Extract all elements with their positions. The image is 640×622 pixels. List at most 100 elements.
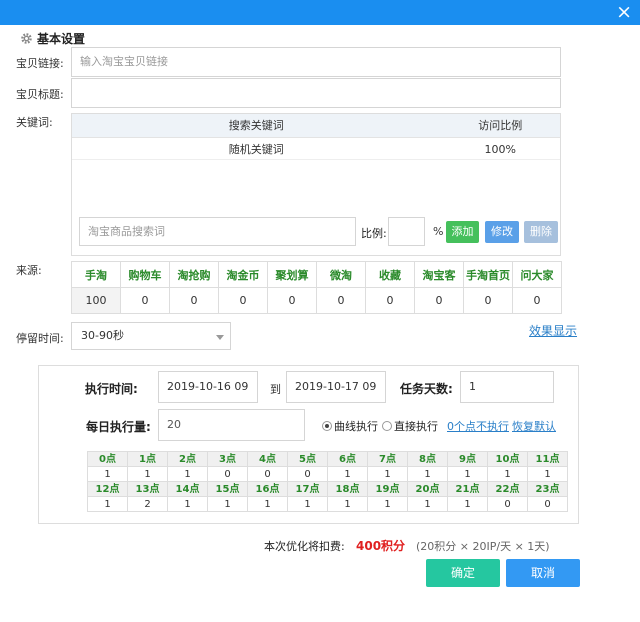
hour-header: 20点 — [407, 481, 448, 497]
hour-value-input[interactable]: 1 — [367, 496, 408, 512]
hour-value-input[interactable]: 1 — [167, 496, 208, 512]
keywords-table-header: 搜索关键词 访问比例 — [72, 114, 560, 138]
hour-header: 23点 — [527, 481, 568, 497]
source-value-input[interactable]: 0 — [316, 287, 366, 314]
hour-value-input[interactable]: 0 — [247, 466, 288, 482]
source-value-input[interactable]: 0 — [169, 287, 219, 314]
hour-header: 15点 — [207, 481, 248, 497]
confirm-button[interactable]: 确定 — [426, 559, 500, 587]
cancel-button[interactable]: 取消 — [506, 559, 580, 587]
end-time-input[interactable]: 2019-10-17 09 — [286, 371, 386, 403]
curve-mode-label: 曲线执行 — [334, 420, 378, 433]
hour-header-row: 12点 13点 14点 15点 16点 17点 18点 19点 20点 21点 … — [87, 481, 568, 497]
add-keyword-button[interactable]: 添加 — [446, 221, 479, 243]
radio-selected-icon — [322, 421, 332, 431]
hour-value-input[interactable]: 1 — [207, 496, 248, 512]
hour-header: 21点 — [447, 481, 488, 497]
task-days-input[interactable]: 1 — [460, 371, 554, 403]
hour-value-input[interactable]: 1 — [247, 496, 288, 512]
source-header-row: 手淘 购物车 淘抢购 淘金币 聚划算 微淘 收藏 淘宝客 手淘首页 问大家 — [71, 261, 562, 288]
hour-header: 19点 — [367, 481, 408, 497]
ratio-cell: 100% — [484, 143, 516, 156]
hour-value-input[interactable]: 1 — [367, 466, 408, 482]
hour-value-input[interactable]: 0 — [527, 496, 568, 512]
start-time-input[interactable]: 2019-10-16 09 — [158, 371, 258, 403]
curve-mode-radio[interactable]: 曲线执行 — [322, 418, 378, 434]
direct-mode-radio[interactable]: 直接执行 — [382, 418, 438, 434]
zero-skip-link[interactable]: 0个点不执行 — [447, 418, 509, 434]
dialog-titlebar: × — [0, 0, 640, 25]
direct-mode-label: 直接执行 — [394, 420, 438, 433]
ratio-column-header: 访问比例 — [478, 119, 523, 132]
hour-value-input[interactable]: 2 — [127, 496, 168, 512]
source-value-input[interactable]: 0 — [512, 287, 562, 314]
hour-value-input[interactable]: 1 — [527, 466, 568, 482]
hour-distribution-table: 0点 1点 2点 3点 4点 5点 6点 7点 8点 9点 10点 11点 1 … — [87, 451, 568, 512]
source-value-input[interactable]: 100 — [71, 287, 121, 314]
item-title-input[interactable] — [71, 78, 561, 108]
hour-value-input[interactable]: 0 — [487, 496, 528, 512]
hour-value-input[interactable]: 1 — [127, 466, 168, 482]
link-label: 宝贝链接: — [16, 57, 64, 70]
source-value-input[interactable]: 0 — [365, 287, 415, 314]
title-label: 宝贝标题: — [16, 88, 64, 101]
hour-value-input[interactable]: 1 — [327, 466, 368, 482]
source-header: 淘抢购 — [169, 261, 219, 288]
hour-header: 5点 — [287, 451, 328, 467]
source-label: 来源: — [16, 264, 42, 277]
item-link-input[interactable]: 输入淘宝宝贝链接 — [71, 47, 561, 77]
hour-value-input[interactable]: 0 — [287, 466, 328, 482]
hour-header: 12点 — [87, 481, 128, 497]
effect-display-link[interactable]: 效果显示 — [529, 322, 577, 339]
hour-header: 6点 — [327, 451, 368, 467]
hour-header: 18点 — [327, 481, 368, 497]
hour-header-row: 0点 1点 2点 3点 4点 5点 6点 7点 8点 9点 10点 11点 — [87, 451, 568, 467]
table-row[interactable]: 随机关键词 100% — [72, 138, 560, 160]
section-title: 基本设置 — [20, 30, 85, 47]
source-value-input[interactable]: 0 — [463, 287, 513, 314]
delete-keyword-button[interactable]: 删除 — [524, 221, 558, 243]
edit-keyword-button[interactable]: 修改 — [485, 221, 519, 243]
stay-time-label: 停留时间: — [16, 332, 64, 345]
hour-header: 10点 — [487, 451, 528, 467]
cost-label: 本次优化将扣费: — [264, 540, 345, 553]
hour-value-row: 1 1 1 0 0 0 1 1 1 1 1 1 — [87, 466, 568, 482]
source-value-input[interactable]: 0 — [218, 287, 268, 314]
ratio-input[interactable] — [388, 217, 425, 246]
source-value-input[interactable]: 0 — [414, 287, 464, 314]
to-label: 到 — [270, 383, 281, 396]
source-header: 微淘 — [316, 261, 366, 288]
hour-value-input[interactable]: 1 — [447, 496, 488, 512]
hour-value-input[interactable]: 1 — [327, 496, 368, 512]
stay-time-select[interactable]: 30-90秒 — [71, 322, 231, 350]
hour-value-input[interactable]: 1 — [167, 466, 208, 482]
hour-value-input[interactable]: 0 — [207, 466, 248, 482]
keyword-search-input[interactable]: 淘宝商品搜索词 — [79, 217, 356, 246]
percent-sign: % — [433, 225, 444, 238]
source-value-row: 100 0 0 0 0 0 0 0 0 0 — [71, 287, 562, 314]
hour-header: 16点 — [247, 481, 288, 497]
source-value-input[interactable]: 0 — [267, 287, 317, 314]
hour-value-input[interactable]: 1 — [447, 466, 488, 482]
hour-header: 3点 — [207, 451, 248, 467]
hour-value-input[interactable]: 1 — [407, 496, 448, 512]
hour-value-input[interactable]: 1 — [287, 496, 328, 512]
daily-amount-input[interactable]: 20 — [158, 409, 305, 441]
source-header: 淘金币 — [218, 261, 268, 288]
hour-header: 11点 — [527, 451, 568, 467]
hour-header: 13点 — [127, 481, 168, 497]
hour-header: 4点 — [247, 451, 288, 467]
close-icon[interactable]: × — [616, 2, 632, 22]
hour-value-input[interactable]: 1 — [407, 466, 448, 482]
hour-header: 14点 — [167, 481, 208, 497]
hour-header: 1点 — [127, 451, 168, 467]
restore-default-link[interactable]: 恢复默认 — [512, 418, 556, 434]
chevron-down-icon — [216, 335, 224, 340]
source-value-input[interactable]: 0 — [120, 287, 170, 314]
radio-unselected-icon — [382, 421, 392, 431]
hour-value-input[interactable]: 1 — [487, 466, 528, 482]
hour-value-input[interactable]: 1 — [87, 496, 128, 512]
hour-value-row: 1 2 1 1 1 1 1 1 1 1 0 0 — [87, 496, 568, 512]
daily-amount-label: 每日执行量: — [86, 420, 151, 434]
hour-value-input[interactable]: 1 — [87, 466, 128, 482]
